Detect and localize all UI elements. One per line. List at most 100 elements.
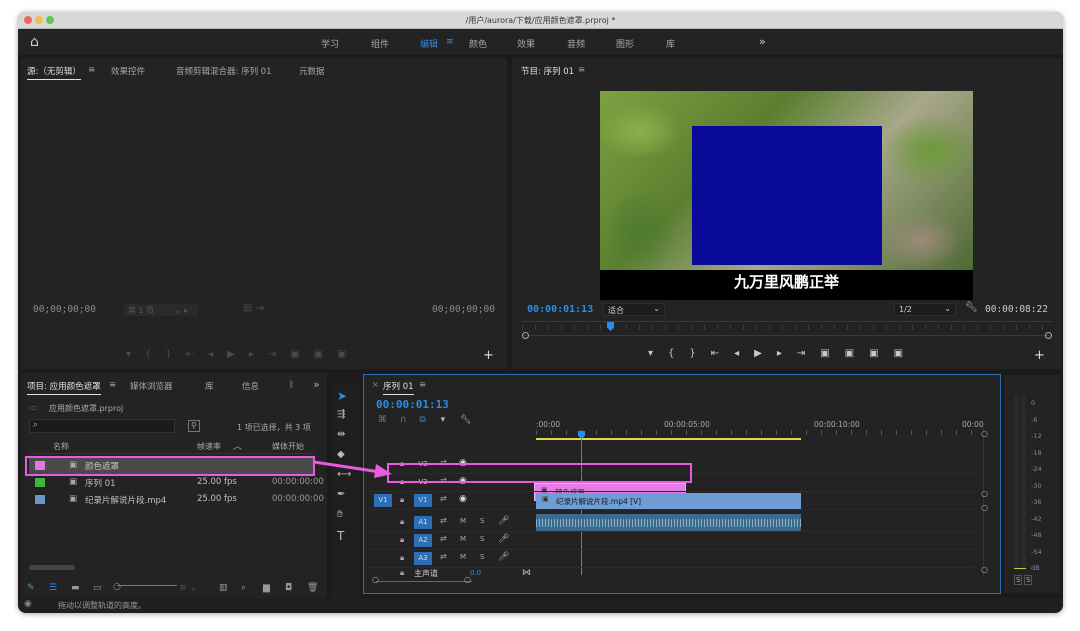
ripple-edit-tool-icon[interactable]: ⇹ <box>337 429 345 440</box>
tab-libraries[interactable]: 库 <box>205 380 214 392</box>
source-menu-icon[interactable]: ≡ <box>88 65 95 75</box>
track-target-a3[interactable]: A3 <box>414 552 432 565</box>
page-selector[interactable]: 第 1 页 ⌄ ▸ <box>124 304 198 316</box>
sync-lock-icon[interactable]: ⇄ <box>440 494 447 503</box>
nest-icon[interactable]: ⌘ <box>378 415 387 425</box>
trash-icon[interactable]: 🗑︎ <box>307 583 318 593</box>
lock-icon[interactable]: 🔒︎ <box>400 535 404 545</box>
microphone-icon[interactable]: 🎤︎ <box>498 552 509 562</box>
project-menu-icon[interactable]: ≡ <box>109 380 116 390</box>
tab-media-browser[interactable]: 媒体浏览器 <box>130 380 173 392</box>
source-timecode[interactable]: 00;00;00;00 <box>33 304 96 315</box>
tab-sequence[interactable]: 序列 01 <box>383 380 414 395</box>
project-item-row[interactable]: ▣ 序列 01 25.00 fps 00:00:00:00 <box>29 474 324 491</box>
workspace-editing[interactable]: 编辑 <box>420 37 438 50</box>
tab-metadata[interactable]: 元数据 <box>299 65 325 77</box>
pen-tool-icon[interactable]: ✒ <box>337 489 345 500</box>
hand-tool-icon[interactable]: ✋︎ <box>337 509 343 520</box>
label-color-swatch[interactable] <box>35 495 45 504</box>
new-bin-icon[interactable]: ▆ <box>263 583 270 593</box>
lock-icon[interactable]: 🔒︎ <box>400 517 404 527</box>
timeline-timecode[interactable]: 00:00:01:13 <box>376 398 449 411</box>
resolution-dropdown[interactable]: 1/2 ⌄ <box>894 303 956 316</box>
mute-button[interactable]: M <box>460 517 466 525</box>
audio-clip[interactable] <box>536 514 801 531</box>
freeform-view-icon[interactable]: ▭ <box>93 583 102 593</box>
find-icon[interactable]: ⌕ <box>241 583 246 593</box>
zoom-slider[interactable] <box>117 585 177 586</box>
track-target-v1[interactable]: V1 <box>414 494 432 507</box>
solo-left-button[interactable]: S <box>1014 575 1023 585</box>
icon-view-icon[interactable]: ▬ <box>71 583 80 593</box>
more-workspaces-icon[interactable]: » <box>759 35 766 48</box>
column-name[interactable]: 名称 <box>53 441 69 452</box>
type-tool-icon[interactable]: T <box>337 529 344 543</box>
lock-icon[interactable]: 🔒︎ <box>400 495 404 505</box>
zoom-handle-left[interactable] <box>522 332 529 339</box>
workspace-learn[interactable]: 学习 <box>321 37 339 50</box>
solo-button[interactable]: S <box>480 535 484 543</box>
tab-info[interactable]: 信息 <box>242 380 259 392</box>
work-area-bar[interactable] <box>536 438 801 440</box>
list-view-icon[interactable]: ☰ <box>49 583 57 593</box>
timeline-vertical-scrollbar[interactable]: ○ ○ ○ ○ <box>981 427 991 577</box>
source-settings-icon[interactable]: ▤ ⇥ <box>243 303 264 314</box>
sort-icon[interactable]: ≡ ⌄ <box>179 583 197 593</box>
solo-button[interactable]: S <box>480 553 484 561</box>
master-volume-value[interactable]: 0.0 <box>470 569 481 577</box>
program-title[interactable]: 节目: 序列 01 <box>521 65 574 77</box>
scroll-handle-bottom[interactable]: ○ <box>981 565 988 574</box>
program-menu-icon[interactable]: ≡ <box>578 65 585 75</box>
project-item-row[interactable]: ▣ 纪录片解说片段.mp4 25.00 fps 00:00:00:00 <box>29 491 324 508</box>
project-search-input[interactable]: ⌕ <box>29 419 175 433</box>
timeline-settings-icon[interactable]: 🔧︎ <box>460 415 471 425</box>
zoom-scroll-bar[interactable] <box>522 335 1052 336</box>
project-horizontal-scrollbar[interactable] <box>29 565 75 570</box>
track-select-tool-icon[interactable]: ⇶ <box>337 409 345 420</box>
workspace-color[interactable]: 颜色 <box>469 37 487 50</box>
column-frame-rate[interactable]: 帧速率 <box>197 441 221 452</box>
linked-selection-icon[interactable]: ⧉ <box>419 415 425 425</box>
workspace-assembly[interactable]: 组件 <box>371 37 389 50</box>
timeline-ruler[interactable]: :00:00 00:00:05:00 00:00:10:00 00:00 <box>536 420 984 435</box>
scroll-handle-mid[interactable]: ○ <box>981 489 988 498</box>
mute-button[interactable]: M <box>460 553 466 561</box>
fit-dropdown[interactable]: 适合 ⌄ <box>603 303 665 316</box>
selection-tool-icon[interactable]: ➤ <box>337 389 347 403</box>
more-tabs-icon[interactable]: » <box>313 378 320 391</box>
workspace-effects[interactable]: 效果 <box>517 37 535 50</box>
solo-right-button[interactable]: S <box>1024 575 1033 585</box>
label-color-swatch[interactable] <box>35 478 45 487</box>
column-media-start[interactable]: 媒体开始 <box>272 441 304 452</box>
microphone-icon[interactable]: 🎤︎ <box>498 516 509 526</box>
program-playhead-timecode[interactable]: 00:00:01:13 <box>527 304 593 315</box>
snap-icon[interactable]: ∩ <box>400 415 407 425</box>
close-tab-icon[interactable]: × <box>372 380 379 389</box>
video-clip[interactable]: ▣ 纪录片解说片段.mp4 [V] <box>536 493 801 510</box>
sync-lock-icon[interactable]: ⇄ <box>440 534 447 543</box>
tab-project[interactable]: 项目: 应用颜色遮罩 <box>27 380 101 395</box>
track-target-a2[interactable]: A2 <box>414 534 432 547</box>
timeline-menu-icon[interactable]: ≡ <box>419 380 426 390</box>
tab-source[interactable]: 源:（无剪辑） <box>27 65 81 80</box>
sync-lock-icon[interactable]: ⇄ <box>440 552 447 561</box>
pencil-icon[interactable]: ✎ <box>27 583 35 593</box>
program-transport-controls[interactable]: ▾{}⇤◂▶▸⇥▣▣▣▣ <box>648 348 918 359</box>
automate-to-sequence-icon[interactable]: ▥ <box>219 583 228 593</box>
new-item-icon[interactable]: ◘ <box>285 583 292 593</box>
tab-effect-controls[interactable]: 效果控件 <box>111 65 145 77</box>
track-target-a1[interactable]: A1 <box>414 516 432 529</box>
new-search-bin-icon[interactable]: ⚲ <box>188 420 200 432</box>
add-marker-icon[interactable]: ▾ <box>441 415 446 425</box>
timeline-horizontal-scrollbar[interactable] <box>376 581 472 582</box>
add-button-icon[interactable]: + <box>483 348 494 363</box>
lock-icon[interactable]: 🔒︎ <box>400 568 404 578</box>
scroll-handle-top[interactable]: ○ <box>981 429 988 438</box>
tab-overflow-icon[interactable]: ᛒ <box>289 380 294 390</box>
workspace-audio[interactable]: 音频 <box>567 37 585 50</box>
program-time-ruler[interactable] <box>522 321 1052 335</box>
sync-lock-icon[interactable]: ⇄ <box>440 516 447 525</box>
go-to-end-icon[interactable]: ⋈ <box>522 568 531 578</box>
workspace-graphics[interactable]: 图形 <box>616 37 634 50</box>
workspace-menu-icon[interactable]: ≡ <box>446 37 454 47</box>
